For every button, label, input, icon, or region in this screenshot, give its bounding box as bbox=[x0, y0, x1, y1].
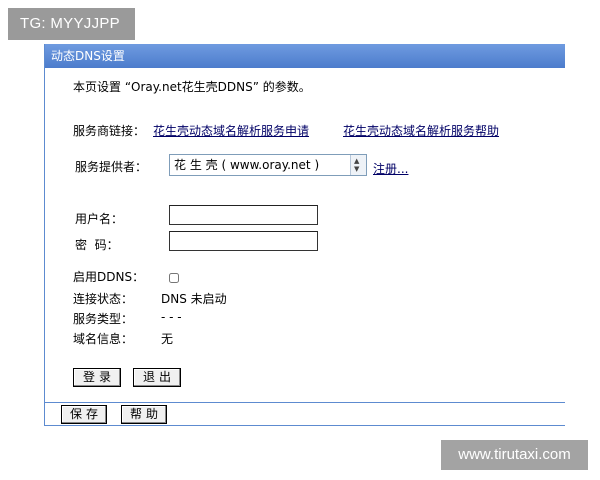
provider-select-spinner[interactable]: ▲ ▼ bbox=[350, 155, 366, 175]
connection-status-value: DNS 未启动 bbox=[161, 292, 227, 306]
username-label: 用户名： bbox=[75, 212, 124, 226]
service-help-link[interactable]: 花生壳动态域名解析服务帮助 bbox=[343, 122, 499, 139]
domain-info-value: 无 bbox=[161, 332, 174, 346]
provider-label: 服务提供者： bbox=[75, 160, 148, 174]
apply-service-link[interactable]: 花生壳动态域名解析服务申请 bbox=[153, 122, 309, 139]
login-button[interactable]: 登录 bbox=[73, 368, 121, 387]
watermark-bottom-right: www.tirutaxi.com bbox=[441, 440, 588, 470]
chevron-up-icon: ▲ bbox=[354, 157, 360, 165]
help-button[interactable]: 帮助 bbox=[121, 405, 167, 424]
ddns-settings-panel: 动态DNS设置 本页设置 “Oray.net花生壳DDNS” 的参数。 服务商链… bbox=[44, 44, 565, 426]
footer-bottom-line bbox=[45, 425, 565, 426]
panel-title: 动态DNS设置 bbox=[45, 44, 565, 68]
intro-text: 本页设置 “Oray.net花生壳DDNS” 的参数。 bbox=[73, 80, 311, 94]
domain-info-label: 域名信息： bbox=[73, 332, 134, 346]
logout-button[interactable]: 退出 bbox=[133, 368, 181, 387]
watermark-top-left: TG: MYYJJPP bbox=[8, 8, 135, 40]
password-label: 密 码： bbox=[75, 238, 119, 252]
register-link[interactable]: 注册... bbox=[373, 160, 408, 177]
panel-content: 本页设置 “Oray.net花生壳DDNS” 的参数。 服务商链接： 花生壳动态… bbox=[45, 68, 565, 402]
password-input[interactable] bbox=[169, 231, 318, 251]
save-button[interactable]: 保存 bbox=[61, 405, 107, 424]
connection-status-label: 连接状态： bbox=[73, 292, 134, 306]
service-type-label: 服务类型： bbox=[73, 312, 134, 326]
service-links-label: 服务商链接： bbox=[73, 124, 146, 138]
service-type-value: - - - bbox=[161, 310, 182, 324]
enable-ddns-checkbox[interactable] bbox=[169, 273, 179, 283]
enable-ddns-label: 启用DDNS： bbox=[73, 270, 145, 284]
username-input[interactable] bbox=[169, 205, 318, 225]
provider-select[interactable]: 花 生 壳 ( www.oray.net ) ▲ ▼ bbox=[169, 154, 367, 176]
chevron-down-icon: ▼ bbox=[354, 165, 360, 173]
provider-selected-value: 花 生 壳 ( www.oray.net ) bbox=[174, 158, 320, 172]
footer-bar: 保存 帮助 bbox=[45, 403, 565, 425]
